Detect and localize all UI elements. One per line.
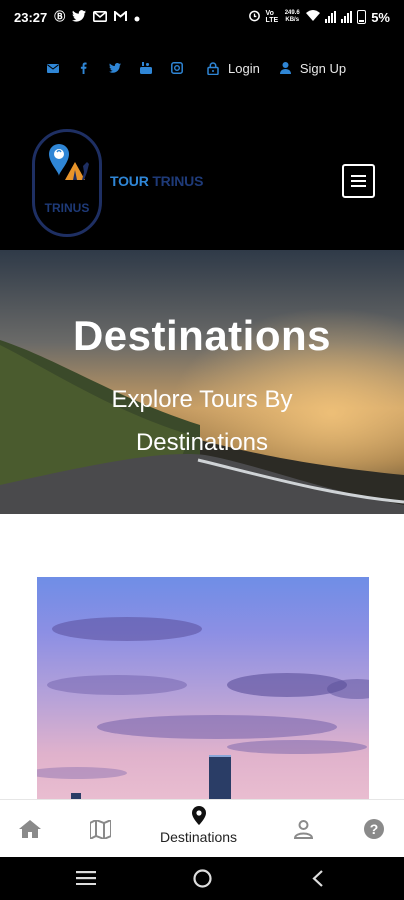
signal-icon (341, 11, 353, 23)
home-circle-icon[interactable] (193, 869, 212, 888)
logo-graphic: TRINUS (45, 144, 90, 215)
top-bar: Login Sign Up (0, 34, 404, 102)
alarm-icon (248, 9, 261, 25)
youtube-icon[interactable] (139, 62, 152, 75)
city-sky-image (37, 617, 369, 799)
network-speed: 249.6 KB/s (284, 10, 300, 23)
nav-destinations-label: Destinations (160, 829, 238, 845)
nav-home[interactable] (19, 820, 41, 838)
nav-profile[interactable] (294, 820, 313, 839)
facebook-icon[interactable] (77, 62, 90, 75)
user-icon (279, 62, 291, 74)
android-navigation-bar (0, 857, 404, 900)
b-icon: Ⓑ (54, 10, 66, 23)
destination-card-image[interactable] (37, 577, 369, 799)
destinations-list (0, 514, 404, 799)
help-icon: ? (364, 819, 384, 839)
hero-subtitle: Explore Tours By Destinations (111, 386, 293, 456)
status-time: 23:27 (14, 9, 48, 25)
lock-icon (207, 61, 219, 75)
status-bar: 23:27 Ⓑ Vo LTE 249.6 KB/s 5% (0, 0, 404, 34)
twitter-icon[interactable] (108, 62, 121, 75)
brand-name[interactable]: TOUR TRINUS (110, 173, 203, 189)
dot-icon (134, 10, 140, 25)
bottom-navigation: Destinations ? (0, 799, 404, 857)
battery-percent: 5% (371, 9, 390, 25)
volte-icon: Vo LTE (265, 10, 279, 24)
login-label: Login (228, 60, 260, 76)
logo-text: TRINUS (45, 201, 90, 215)
social-links (46, 62, 183, 75)
nav-map[interactable] (90, 820, 111, 839)
login-link[interactable]: Login (207, 61, 260, 76)
person-icon (294, 820, 313, 839)
brand-part1: TOUR (110, 173, 149, 189)
map-icon (90, 820, 111, 839)
nav-help[interactable]: ? (364, 819, 384, 839)
wifi-icon (306, 10, 321, 24)
nav-destinations[interactable]: Destinations (160, 806, 237, 845)
signup-link[interactable]: Sign Up (279, 60, 347, 76)
site-header: TRINUS TOUR TRINUS (0, 102, 404, 250)
battery-icon (357, 10, 367, 24)
signup-label: Sign Up (299, 60, 347, 76)
home-icon (19, 820, 41, 838)
instagram-icon[interactable] (170, 62, 183, 75)
email-icon[interactable] (46, 62, 59, 75)
recents-icon[interactable] (76, 871, 96, 885)
signal-icon (325, 11, 337, 23)
logo[interactable]: TRINUS (32, 129, 102, 237)
gmail-icon (114, 9, 128, 25)
twitter-icon (72, 9, 87, 25)
svg-text:?: ? (370, 821, 379, 837)
hero-banner: Destinations Explore Tours By Destinatio… (0, 250, 404, 514)
hero-title: Destinations (72, 312, 332, 359)
menu-icon (351, 175, 366, 177)
location-pin-icon (191, 806, 206, 825)
brand-part2: TRINUS (152, 173, 204, 189)
back-icon[interactable] (312, 870, 324, 887)
mail-icon (93, 10, 108, 25)
hamburger-menu-button[interactable] (342, 164, 375, 198)
